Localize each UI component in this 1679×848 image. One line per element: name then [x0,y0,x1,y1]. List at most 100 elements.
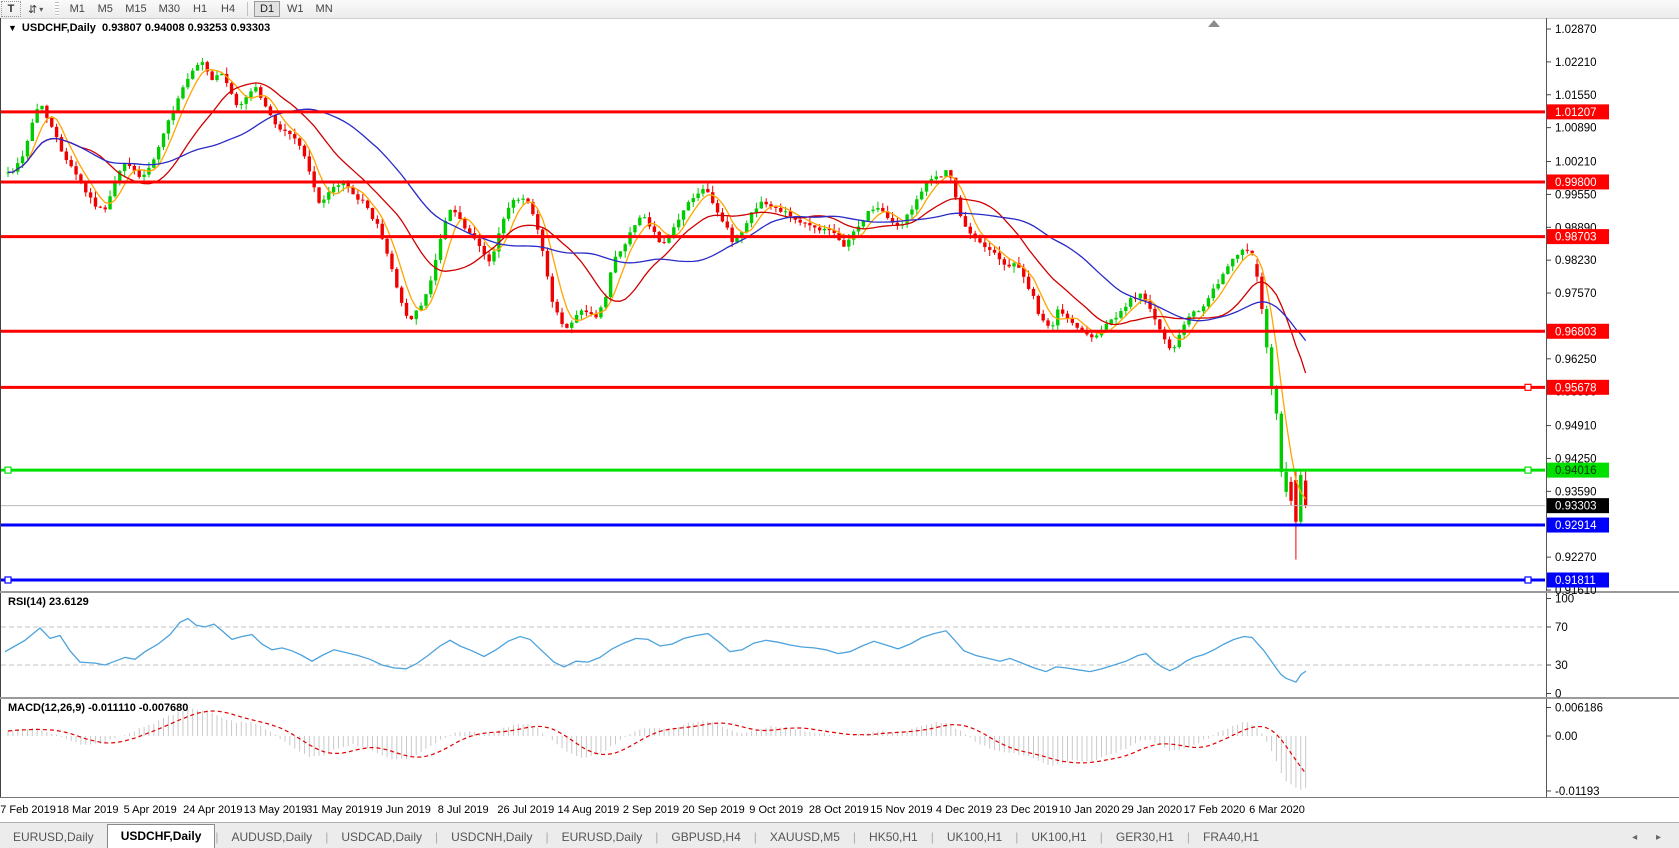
chart-tab-8-hk50-h1[interactable]: HK50,H1 [856,826,931,848]
candle-body [249,91,252,97]
candle-body [876,208,879,210]
price-tick-label: 0.92270 [1555,552,1597,564]
candle-body [312,172,315,188]
candle-body [701,189,704,194]
price-tick-label: 0.97570 [1555,288,1597,300]
macd-panel[interactable]: 0.0061860.00-0.01193 [8,702,1603,797]
candle-body [69,160,72,166]
candle-body [429,280,432,294]
candle-body [944,170,947,176]
chart-tab-10-uk100-h1[interactable]: UK100,H1 [1018,826,1099,848]
candle-body [303,146,306,157]
price-axis[interactable]: 1.028701.022101.015501.008901.002100.995… [1546,24,1609,597]
candle-body [337,185,340,187]
chart-tab-4-usdcnh-daily[interactable]: USDCNH,Daily [438,826,545,848]
candle-body [570,323,573,328]
candle-body [565,324,568,328]
rsi-line [5,619,1306,683]
candle-body [1226,266,1229,274]
symbol-period-label: USDCHF,Daily [22,22,96,34]
candle-body [366,201,369,208]
candle-body [1212,289,1215,299]
candle-body [240,104,243,105]
candle-body [842,240,845,247]
candle-body [512,200,515,208]
hline-handle[interactable] [1525,467,1531,473]
candle-body [653,226,656,231]
candle-body [551,276,554,301]
price-tag-label: 0.93303 [1555,501,1597,513]
chart-plot[interactable]: 1.028701.022101.015501.008901.002100.995… [0,0,1679,798]
candle-body [507,208,510,219]
candle-body [755,208,758,212]
candle-body [181,87,184,98]
candle-body [677,220,680,228]
date-tick-label: 14 Aug 2019 [557,804,619,816]
candle-body [1182,325,1185,335]
candle-body [385,239,388,254]
chart-tab-3-usdcad-daily[interactable]: USDCAD,Daily [328,826,435,848]
candle-body [210,71,213,80]
candle-body [643,217,646,218]
candle-body [939,176,942,177]
chart-tab-9-uk100-h1[interactable]: UK100,H1 [934,826,1015,848]
price-tag-label: 0.92914 [1555,520,1597,532]
candle-body [1080,328,1083,330]
candle-body [1202,306,1205,311]
hline-handle[interactable] [1525,384,1531,390]
candle-body [779,208,782,212]
candle-body [458,212,461,219]
candle-body [969,227,972,234]
chart-tab-1-usdchf-daily[interactable]: USDCHF,Daily [107,824,216,848]
candle-body [1216,284,1219,289]
candle-body [1236,255,1239,259]
candle-body [871,210,874,211]
tab-scroll-arrows[interactable]: ◂ ▸ [1632,832,1669,848]
candle-body [1241,250,1244,255]
candle-body [983,242,986,247]
rsi-tick-label: 70 [1555,622,1568,634]
date-axis[interactable]: 27 Feb 201918 Mar 20195 Apr 201924 Apr 2… [0,798,1679,822]
chart-tab-6-gbpusd-h4[interactable]: GBPUSD,H4 [658,826,753,848]
candle-body [439,239,442,260]
candle-body [760,202,763,209]
hline-handle[interactable] [5,577,11,583]
chart-tab-0-eurusd-daily[interactable]: EURUSD,Daily [0,826,107,848]
price-tick-label: 0.98230 [1555,255,1597,267]
candle-body [585,310,588,312]
candle-body [745,223,748,232]
collapse-chart-icon[interactable]: ▼ [8,23,17,33]
chart-title[interactable]: ▼ USDCHF,Daily 0.93807 0.94008 0.93253 0.… [8,22,270,34]
chart-tab-11-ger30-h1[interactable]: GER30,H1 [1103,826,1187,848]
macd-tick-label: 0.006186 [1555,702,1603,714]
hline-handle[interactable] [5,467,11,473]
candle-body [152,159,155,167]
candle-body [624,244,627,251]
chart-tab-7-xauusd-m5[interactable]: XAUUSD,M5 [757,826,853,848]
candle-body [1299,475,1302,522]
candle-body [31,123,34,141]
price-tag-label: 0.99800 [1555,177,1597,189]
candle-body [1119,311,1122,318]
hline-handle[interactable] [1525,577,1531,583]
candle-body [264,98,267,107]
candle-body [376,219,379,224]
chart-tab-2-audusd-daily[interactable]: AUDUSD,Daily [219,826,326,848]
price-tick-label: 0.99550 [1555,189,1597,201]
rsi-value: 23.6129 [49,596,89,608]
date-tick-label: 31 May 2019 [306,804,370,816]
price-tag-label: 0.95678 [1555,382,1597,394]
candle-body [84,182,87,192]
chart-tab-12-fra40-h1[interactable]: FRA40,H1 [1190,826,1272,848]
date-tick-label: 26 Jul 2019 [497,804,554,816]
candle-body [1197,311,1200,312]
chart-tab-5-eurusd-daily[interactable]: EURUSD,Daily [549,826,656,848]
chart-shift-marker-icon[interactable] [1208,20,1220,27]
price-tick-label: 0.96250 [1555,354,1597,366]
ohlc-values: 0.93807 0.94008 0.93253 0.93303 [102,22,270,34]
candle-body [201,62,204,65]
candle-body [555,302,558,313]
candle-body [167,120,170,133]
rsi-panel[interactable]: 10070300 [1,594,1574,701]
candle-body [1076,323,1079,328]
